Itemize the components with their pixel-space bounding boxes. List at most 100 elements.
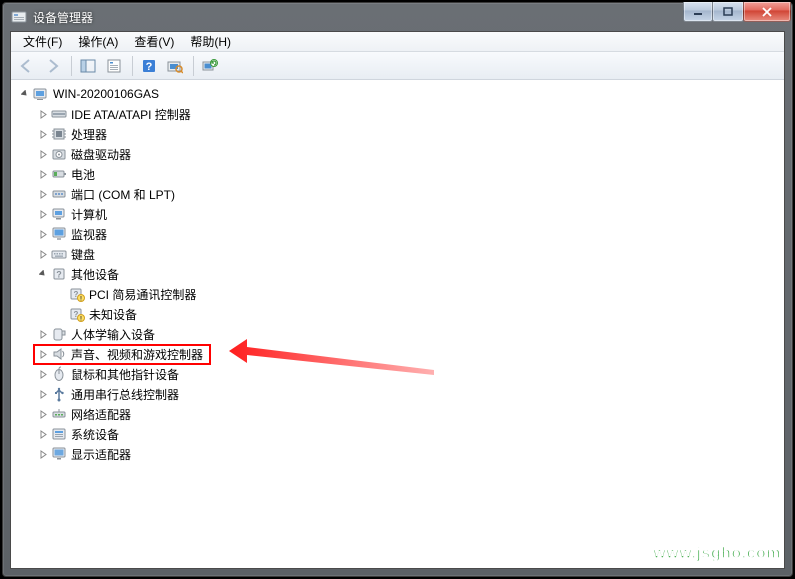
ide-icon <box>51 106 67 122</box>
tree-item-label: IDE ATA/ATAPI 控制器 <box>71 106 191 123</box>
expander-icon[interactable] <box>35 110 51 119</box>
tree-item-label: 声音、视频和游戏控制器 <box>71 346 203 363</box>
sound-icon <box>51 346 67 362</box>
hid-icon <box>51 326 67 342</box>
expander-icon[interactable] <box>35 410 51 419</box>
expander-icon[interactable] <box>35 350 51 359</box>
display-icon <box>51 446 67 462</box>
tree-item[interactable]: ?其他设备 <box>13 264 782 284</box>
battery-icon <box>51 166 67 182</box>
expander-icon[interactable] <box>35 450 51 459</box>
expander-icon[interactable] <box>17 90 33 99</box>
menu-action[interactable]: 操作(A) <box>70 31 126 52</box>
tree-item[interactable]: ?!未知设备 <box>13 304 782 324</box>
expander-icon[interactable] <box>35 190 51 199</box>
tree-item[interactable]: 人体学输入设备 <box>13 324 782 344</box>
menu-file[interactable]: 文件(F) <box>15 31 70 52</box>
tree-item-label: 网络适配器 <box>71 406 131 423</box>
scan-hardware-button[interactable] <box>163 54 187 78</box>
svg-text:?: ? <box>56 270 62 280</box>
watermark-text-1b: 联盟 <box>723 515 781 546</box>
window-title: 设备管理器 <box>33 9 93 26</box>
tree-item[interactable]: 通用串行总线控制器 <box>13 384 782 404</box>
tree-root-label: WIN-20200106GAS <box>53 87 159 101</box>
tree-item-label: 鼠标和其他指针设备 <box>71 366 179 383</box>
tree-item[interactable]: 处理器 <box>13 124 782 144</box>
svg-text:!: ! <box>80 317 82 323</box>
tree-item[interactable]: 系统设备 <box>13 424 782 444</box>
expander-icon[interactable] <box>35 170 51 179</box>
tree-root[interactable]: WIN-20200106GAS <box>13 84 782 104</box>
network-icon <box>51 406 67 422</box>
tree-item[interactable]: 键盘 <box>13 244 782 264</box>
help-button[interactable]: ? <box>137 54 161 78</box>
properties-button[interactable] <box>102 54 126 78</box>
tree-item-label: 系统设备 <box>71 426 119 443</box>
port-icon <box>51 186 67 202</box>
expander-icon[interactable] <box>35 370 51 379</box>
close-button[interactable] <box>743 2 791 22</box>
tree-item[interactable]: ?!PCI 简易通讯控制器 <box>13 284 782 304</box>
tree-item-label: 磁盘驱动器 <box>71 146 131 163</box>
tree-item-label: 未知设备 <box>89 306 137 323</box>
watermark: 技术员联盟 www.jsgho.com <box>636 509 781 563</box>
toolbar-separator <box>71 56 72 76</box>
tree-item[interactable]: 鼠标和其他指针设备 <box>13 364 782 384</box>
device-tree[interactable]: WIN-20200106GAS IDE ATA/ATAPI 控制器处理器磁盘驱动… <box>11 80 784 568</box>
svg-text:!: ! <box>80 297 82 303</box>
toolbar-separator <box>193 56 194 76</box>
menu-view[interactable]: 查看(V) <box>126 31 182 52</box>
expander-icon[interactable] <box>35 390 51 399</box>
forward-button[interactable] <box>41 54 65 78</box>
computer-root-icon <box>33 86 49 102</box>
tree-item[interactable]: 磁盘驱动器 <box>13 144 782 164</box>
expander-icon[interactable] <box>35 150 51 159</box>
client-area: 文件(F) 操作(A) 查看(V) 帮助(H) ? <box>10 31 785 569</box>
keyboard-icon <box>51 246 67 262</box>
watermark-url: www.jsgho.com <box>636 545 781 563</box>
app-icon <box>11 9 27 25</box>
watermark-text-1a: 技术员 <box>636 515 723 546</box>
tree-item[interactable]: 电池 <box>13 164 782 184</box>
tree-item-label: 处理器 <box>71 126 107 143</box>
monitor-icon <box>51 226 67 242</box>
expander-icon[interactable] <box>35 130 51 139</box>
back-button[interactable] <box>15 54 39 78</box>
expander-icon[interactable] <box>35 230 51 239</box>
tree-item-label: 键盘 <box>71 246 95 263</box>
tree-item-label: 端口 (COM 和 LPT) <box>71 186 175 203</box>
tree-item[interactable]: 端口 (COM 和 LPT) <box>13 184 782 204</box>
expander-icon[interactable] <box>35 270 51 279</box>
tree-item-label: 监视器 <box>71 226 107 243</box>
minimize-button[interactable] <box>683 2 713 22</box>
tree-item-label: 显示适配器 <box>71 446 131 463</box>
expander-icon[interactable] <box>35 210 51 219</box>
toolbar-separator <box>132 56 133 76</box>
tree-item[interactable]: 计算机 <box>13 204 782 224</box>
tree-item-label: 计算机 <box>71 206 107 223</box>
menubar: 文件(F) 操作(A) 查看(V) 帮助(H) <box>11 32 784 52</box>
tree-item[interactable]: IDE ATA/ATAPI 控制器 <box>13 104 782 124</box>
maximize-button[interactable] <box>712 2 744 22</box>
expander-icon[interactable] <box>35 430 51 439</box>
refresh-button[interactable] <box>198 54 222 78</box>
show-hide-tree-button[interactable] <box>76 54 100 78</box>
expander-icon[interactable] <box>35 330 51 339</box>
tree-item[interactable]: 显示适配器 <box>13 444 782 464</box>
svg-text:?: ? <box>146 61 153 73</box>
unknown-device-icon: ?! <box>69 306 85 322</box>
tree-item-label: 电池 <box>71 166 95 183</box>
toolbar: ? <box>11 52 784 80</box>
titlebar[interactable]: 设备管理器 <box>3 3 792 31</box>
window-frame: 设备管理器 文件(F) 操作(A) 查看(V) 帮助(H) <box>2 2 793 577</box>
other-devices-icon: ? <box>51 266 67 282</box>
system-icon <box>51 426 67 442</box>
disk-icon <box>51 146 67 162</box>
tree-item[interactable]: 网络适配器 <box>13 404 782 424</box>
tree-item-label: 人体学输入设备 <box>71 326 155 343</box>
tree-item[interactable]: 声音、视频和游戏控制器 <box>13 344 782 364</box>
tree-item-label: 通用串行总线控制器 <box>71 386 179 403</box>
expander-icon[interactable] <box>35 250 51 259</box>
tree-item[interactable]: 监视器 <box>13 224 782 244</box>
menu-help[interactable]: 帮助(H) <box>182 31 239 52</box>
